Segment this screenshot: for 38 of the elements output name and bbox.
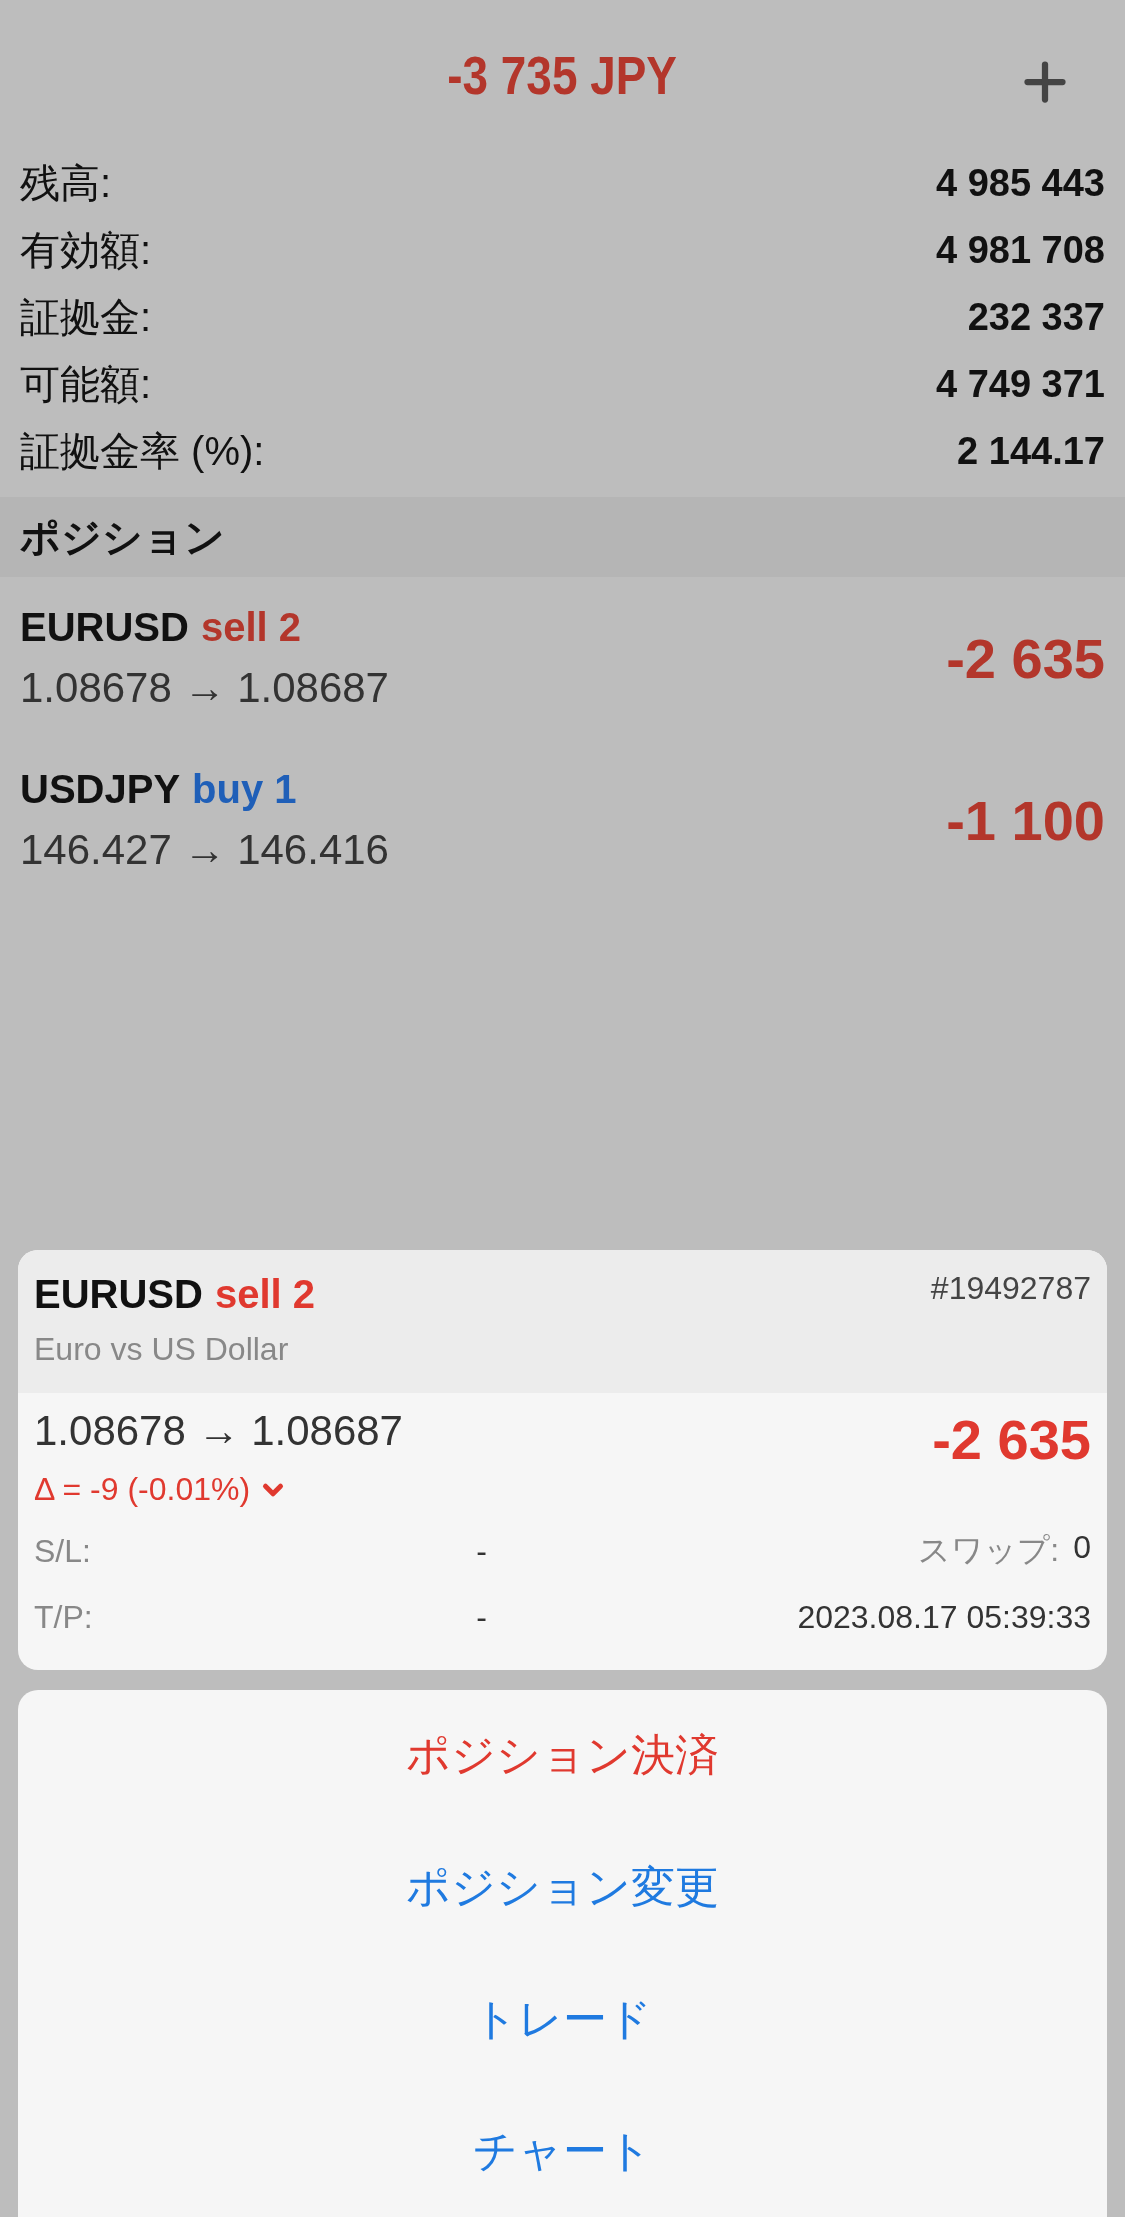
field-value: - [475,1598,488,1636]
position-symbol: USDJPY [20,766,181,812]
total-profit: -3 735 JPY [447,44,678,106]
account-value: 4 981 708 [935,229,1105,272]
account-label: 証拠金: [20,294,152,341]
account-value: 4 985 443 [935,162,1105,205]
account-label: 可能額: [20,361,152,408]
account-label: 証拠金率 (%): [20,428,265,475]
position-symbol: EURUSD [20,604,189,650]
position-profit: -2 635 [932,1407,1091,1472]
account-value: 2 144.17 [957,430,1105,473]
field-value: 0 [1073,1529,1091,1567]
field-value: - [475,1532,488,1570]
account-label: 有効額: [20,227,152,274]
account-value: 4 749 371 [935,363,1105,406]
field-value: 2023.08.17 05:39:33 [797,1598,1091,1636]
account-value: 232 337 [967,296,1105,339]
action-button[interactable]: チャート [18,2091,1107,2212]
position-side: buy 1 [192,766,297,812]
action-button[interactable]: ポジション決済 [18,1695,1107,1816]
position-symbol: EURUSD [34,1272,203,1317]
position-side: sell 2 [200,604,301,650]
position-profit: -1 100 [946,787,1105,853]
action-button[interactable]: トレード [18,1959,1107,2080]
account-label: 残高: [20,160,112,207]
field-label: スワップ: [918,1531,1060,1570]
price-delta: Δ = -9 (-0.01%) [34,1471,251,1508]
position-side: sell 2 [214,1272,315,1317]
field-label: S/L: [34,1532,92,1570]
position-prices: 1.08678 → 1.08687 [20,663,389,712]
section-header: ポジション [0,497,1125,577]
position-profit: -2 635 [946,625,1105,691]
position-prices: 146.427 → 146.416 [20,825,389,874]
action-button[interactable]: ポジション変更 [18,1827,1107,1948]
ticket-number: #19492787 [930,1269,1091,1307]
symbol-description: Euro vs US Dollar [34,1331,290,1368]
position-prices: 1.08678 → 1.08687 [34,1407,403,1454]
field-label: T/P: [34,1598,94,1636]
